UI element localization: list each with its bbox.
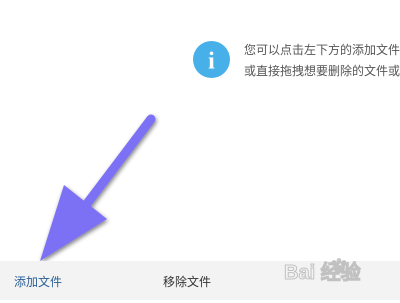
add-file-button[interactable]: 添加文件 [14, 261, 62, 300]
remove-file-button[interactable]: 移除文件 [163, 261, 211, 300]
baidu-jingyan-watermark: Bai 经验 [284, 258, 361, 285]
watermark-text: Bai 经验 [284, 260, 361, 284]
